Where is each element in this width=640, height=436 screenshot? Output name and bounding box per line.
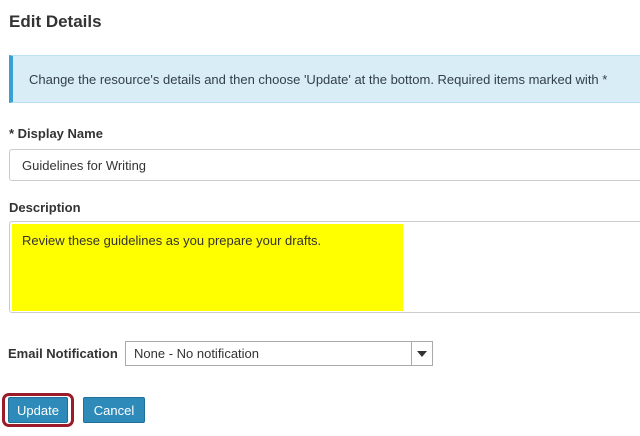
display-name-input[interactable] [9,149,640,181]
update-button[interactable]: Update [8,397,68,423]
page-title: Edit Details [9,12,102,31]
edit-details-page: Edit Details Change the resource's detai… [0,0,640,436]
description-label: Description [9,200,81,215]
description-text: Review these guidelines as you prepare y… [22,233,322,248]
email-notification-select[interactable]: None - No notification [125,341,433,366]
email-notification-selected-value: None - No notification [134,346,260,361]
cancel-button[interactable]: Cancel [83,397,145,423]
instructions-alert: Change the resource's details and then c… [9,55,640,103]
display-name-label: * Display Name [9,126,103,141]
description-textarea[interactable]: Review these guidelines as you prepare y… [9,221,640,313]
instructions-text: Change the resource's details and then c… [29,71,608,87]
email-notification-label: Email Notification [8,346,118,361]
caret-down-icon[interactable] [411,342,432,365]
